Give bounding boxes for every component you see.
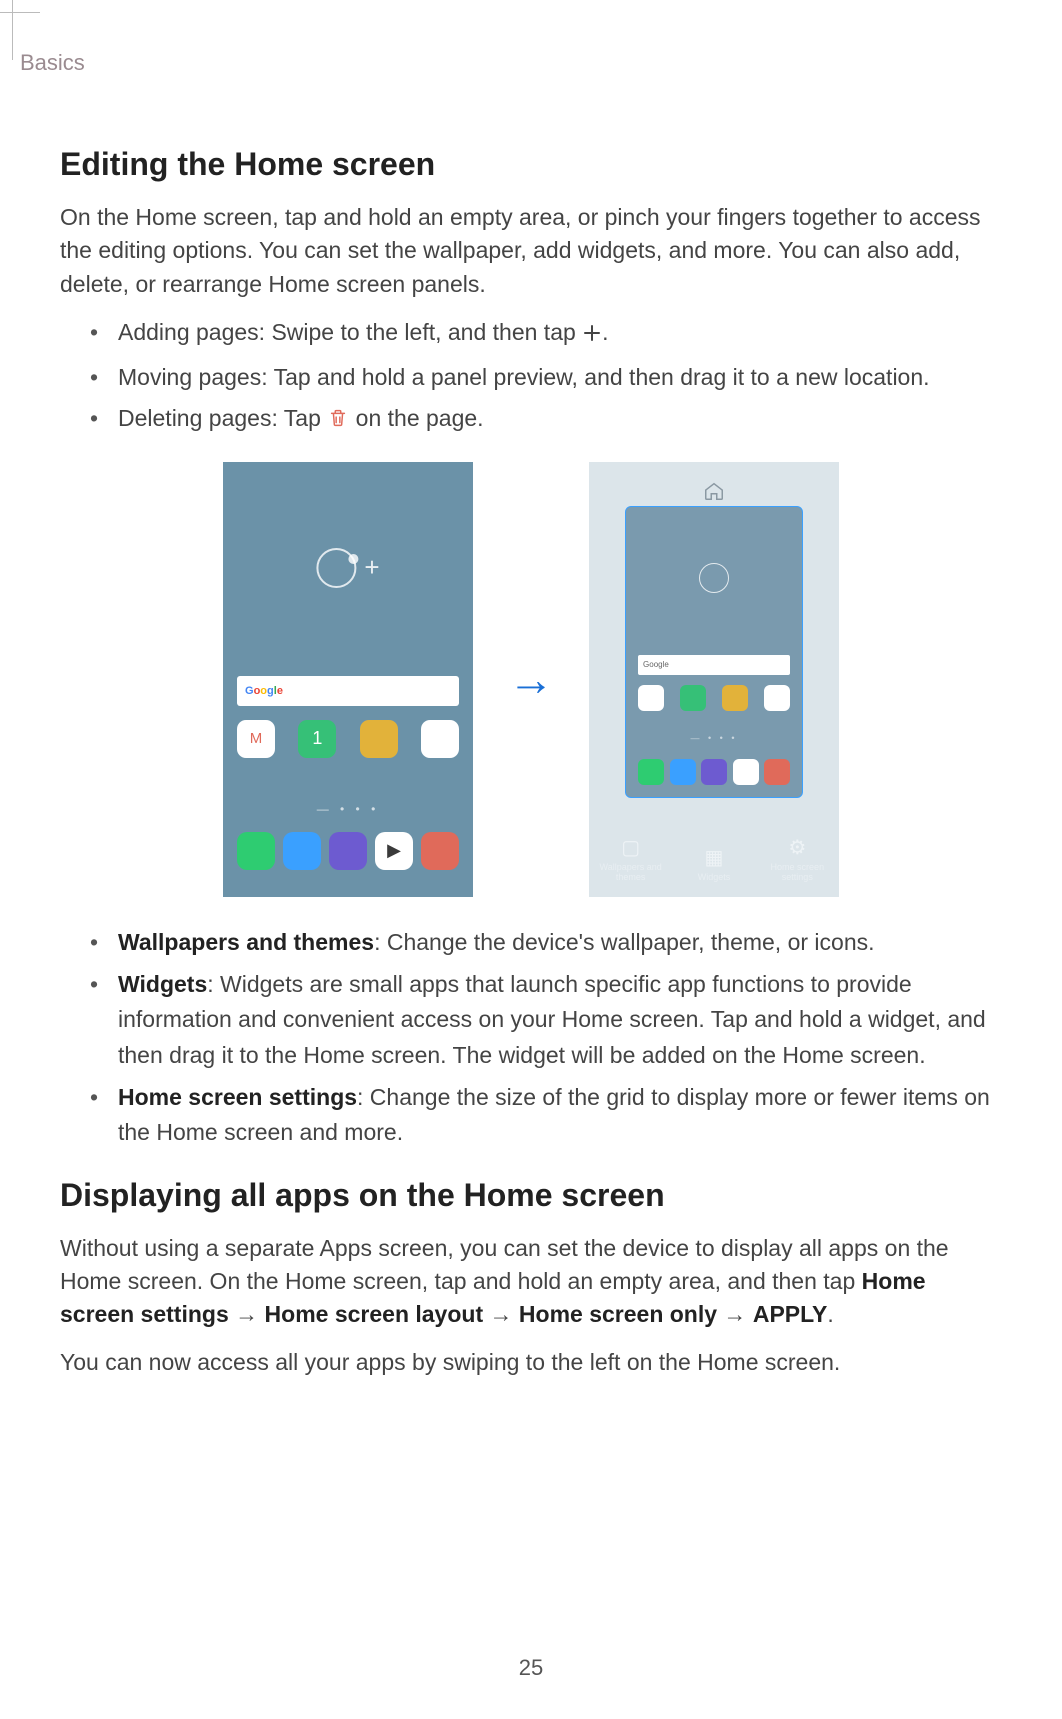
display-apps-paragraph: Without using a separate Apps screen, yo…	[60, 1232, 1002, 1332]
bullet-adding-post: .	[602, 319, 608, 345]
bullet-adding-pages: Adding pages: Swipe to the left, and the…	[90, 315, 1002, 354]
app-icon: M	[237, 720, 275, 758]
weather-widget-icon	[699, 563, 729, 593]
panel-preview: Google — • • •	[625, 506, 803, 798]
google-search-bar: Google	[638, 655, 790, 675]
p2-post: .	[827, 1301, 833, 1327]
bullet-widgets-label: Widgets	[118, 971, 207, 997]
bullet-adding-pre: Adding pages: Swipe to the left, and the…	[118, 319, 582, 345]
gear-icon: ⚙	[762, 837, 832, 859]
google-logo: Google	[245, 685, 283, 697]
heading-editing-home: Editing the Home screen	[60, 146, 1002, 183]
app-row-1	[638, 685, 790, 711]
google-search-bar: Google	[237, 676, 459, 706]
page-indicator: — • • •	[626, 733, 802, 743]
app-icon	[237, 832, 275, 870]
tab-wallpapers: ▢ Wallpapers and themes	[596, 837, 666, 883]
app-row-1: M 1	[237, 720, 459, 758]
bullet-deleting-pre: Deleting pages: Tap	[118, 405, 327, 431]
tab-widgets: ▦ Widgets	[679, 847, 749, 883]
p2-arr3: →	[717, 1301, 753, 1327]
image-icon: ▢	[596, 837, 666, 859]
app-icon	[638, 685, 664, 711]
display-apps-followup: You can now access all your apps by swip…	[60, 1346, 1002, 1379]
edit-tabs: ▢ Wallpapers and themes ▦ Widgets ⚙ Home…	[589, 837, 839, 883]
app-icon: ▶	[375, 832, 413, 870]
page-indicator: — • • •	[223, 802, 473, 816]
bullet-deleting-post: on the page.	[349, 405, 483, 431]
page-number: 25	[0, 1655, 1062, 1681]
app-icon	[421, 720, 459, 758]
bullet-list-1: Adding pages: Swipe to the left, and the…	[60, 315, 1002, 440]
dock-row: ▶	[237, 832, 459, 870]
app-icon	[421, 832, 459, 870]
tab-home-settings: ⚙ Home screen settings	[762, 837, 832, 883]
section-breadcrumb: Basics	[20, 50, 1002, 76]
app-icon	[733, 759, 759, 785]
p2-arr2: →	[483, 1301, 519, 1327]
p2-arr1: →	[229, 1301, 265, 1327]
page-top-rule	[0, 12, 40, 13]
tab-label: Home screen settings	[771, 862, 825, 882]
bullet-widgets-text: : Widgets are small apps that launch spe…	[118, 971, 986, 1068]
arrow-right-icon: →	[508, 652, 554, 706]
p2-b2: Home screen layout	[265, 1301, 484, 1327]
app-icon	[722, 685, 748, 711]
intro-paragraph: On the Home screen, tap and hold an empt…	[60, 201, 1002, 301]
bullet-home-settings: Home screen settings: Change the size of…	[90, 1080, 1002, 1151]
p2-b4: APPLY	[753, 1301, 828, 1327]
page-left-rule	[12, 0, 13, 60]
bullet-wallpapers-text: : Change the device's wallpaper, theme, …	[374, 929, 874, 955]
figure-phone-after: Google — • • • ▢	[589, 462, 839, 897]
bullet-list-2: Wallpapers and themes: Change the device…	[60, 925, 1002, 1151]
app-icon	[360, 720, 398, 758]
bullet-widgets: Widgets: Widgets are small apps that lau…	[90, 967, 1002, 1074]
plus-icon	[582, 318, 602, 354]
trash-icon	[327, 404, 349, 440]
app-icon: 1	[298, 720, 336, 758]
p2-pre: Without using a separate Apps screen, yo…	[60, 1235, 949, 1294]
app-icon	[764, 759, 790, 785]
p2-b3: Home screen only	[519, 1301, 717, 1327]
heading-display-all-apps: Displaying all apps on the Home screen	[60, 1177, 1002, 1214]
widgets-icon: ▦	[679, 847, 749, 869]
tab-label: Wallpapers and themes	[600, 862, 662, 882]
bullet-moving-pages: Moving pages: Tap and hold a panel previ…	[90, 360, 1002, 396]
app-icon	[283, 832, 321, 870]
app-icon	[680, 685, 706, 711]
bullet-deleting-pages: Deleting pages: Tap on the page.	[90, 401, 1002, 440]
tab-label: Widgets	[698, 872, 731, 882]
app-icon	[329, 832, 367, 870]
bullet-settings-label: Home screen settings	[118, 1084, 357, 1110]
home-icon	[703, 480, 725, 507]
weather-widget-icon: +	[316, 548, 379, 588]
bullet-wallpapers-label: Wallpapers and themes	[118, 929, 374, 955]
app-icon	[701, 759, 727, 785]
app-icon	[764, 685, 790, 711]
app-icon	[638, 759, 664, 785]
figure-home-edit: + Google M 1 — • • • ▶ →	[60, 462, 1002, 897]
app-icon	[670, 759, 696, 785]
dock-row	[638, 759, 790, 785]
bullet-wallpapers: Wallpapers and themes: Change the device…	[90, 925, 1002, 961]
figure-phone-before: + Google M 1 — • • • ▶	[223, 462, 473, 897]
